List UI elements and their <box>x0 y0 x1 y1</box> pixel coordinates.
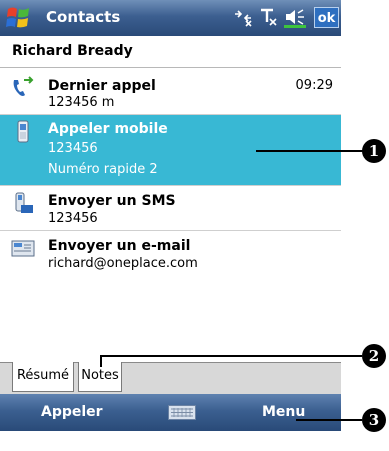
item-subtitle: 123456 <box>48 211 98 226</box>
menu-softkey[interactable]: Menu <box>262 404 305 420</box>
item-subtitle: 123456 <box>48 141 98 156</box>
contact-name: Richard Bready <box>12 43 133 59</box>
phone-call-icon <box>13 76 34 96</box>
callout-line-2 <box>100 355 362 357</box>
call-softkey[interactable]: Appeler <box>41 404 103 420</box>
item-time: 09:29 <box>295 78 333 93</box>
callout-line-1 <box>256 150 364 152</box>
device-screen: Contacts ok Richard Bready Dernier appel… <box>0 0 341 451</box>
signal-icon[interactable] <box>258 6 280 28</box>
item-subtitle: richard@oneplace.com <box>48 256 198 271</box>
item-subtitle: 123456 m <box>48 95 115 110</box>
callout-number-1: 1 <box>362 139 386 163</box>
list-item-send-sms[interactable]: Envoyer un SMS 123456 <box>0 186 341 230</box>
ok-button[interactable]: ok <box>314 7 339 28</box>
connectivity-icon[interactable] <box>232 6 254 28</box>
title-bar: Contacts ok <box>0 0 341 36</box>
tab-resume[interactable]: Résumé <box>12 362 74 392</box>
keyboard-icon[interactable] <box>168 405 196 420</box>
item-title: Dernier appel <box>48 78 156 94</box>
item-title: Appeler mobile <box>48 121 168 137</box>
callout-line-2-drop <box>100 355 102 367</box>
mobile-phone-icon <box>17 120 29 143</box>
list-item-last-call[interactable]: Dernier appel 123456 m 09:29 <box>0 70 341 114</box>
sms-icon <box>15 192 33 213</box>
item-speed-dial: Numéro rapide 2 <box>48 162 158 177</box>
callout-number-2: 2 <box>362 344 386 368</box>
callout-number-3: 3 <box>362 408 386 432</box>
email-icon <box>11 240 35 257</box>
menu-bar: Appeler Menu <box>0 394 341 431</box>
volume-icon[interactable] <box>284 6 306 28</box>
list-item-send-email[interactable]: Envoyer un e-mail richard@oneplace.com <box>0 231 341 275</box>
item-title: Envoyer un e-mail <box>48 238 191 254</box>
divider <box>0 67 341 68</box>
windows-start-icon[interactable] <box>4 3 34 33</box>
item-title: Envoyer un SMS <box>48 193 176 209</box>
tab-strip: Résumé Notes <box>0 362 341 395</box>
callout-line-3 <box>296 419 362 421</box>
app-title: Contacts <box>46 8 121 26</box>
